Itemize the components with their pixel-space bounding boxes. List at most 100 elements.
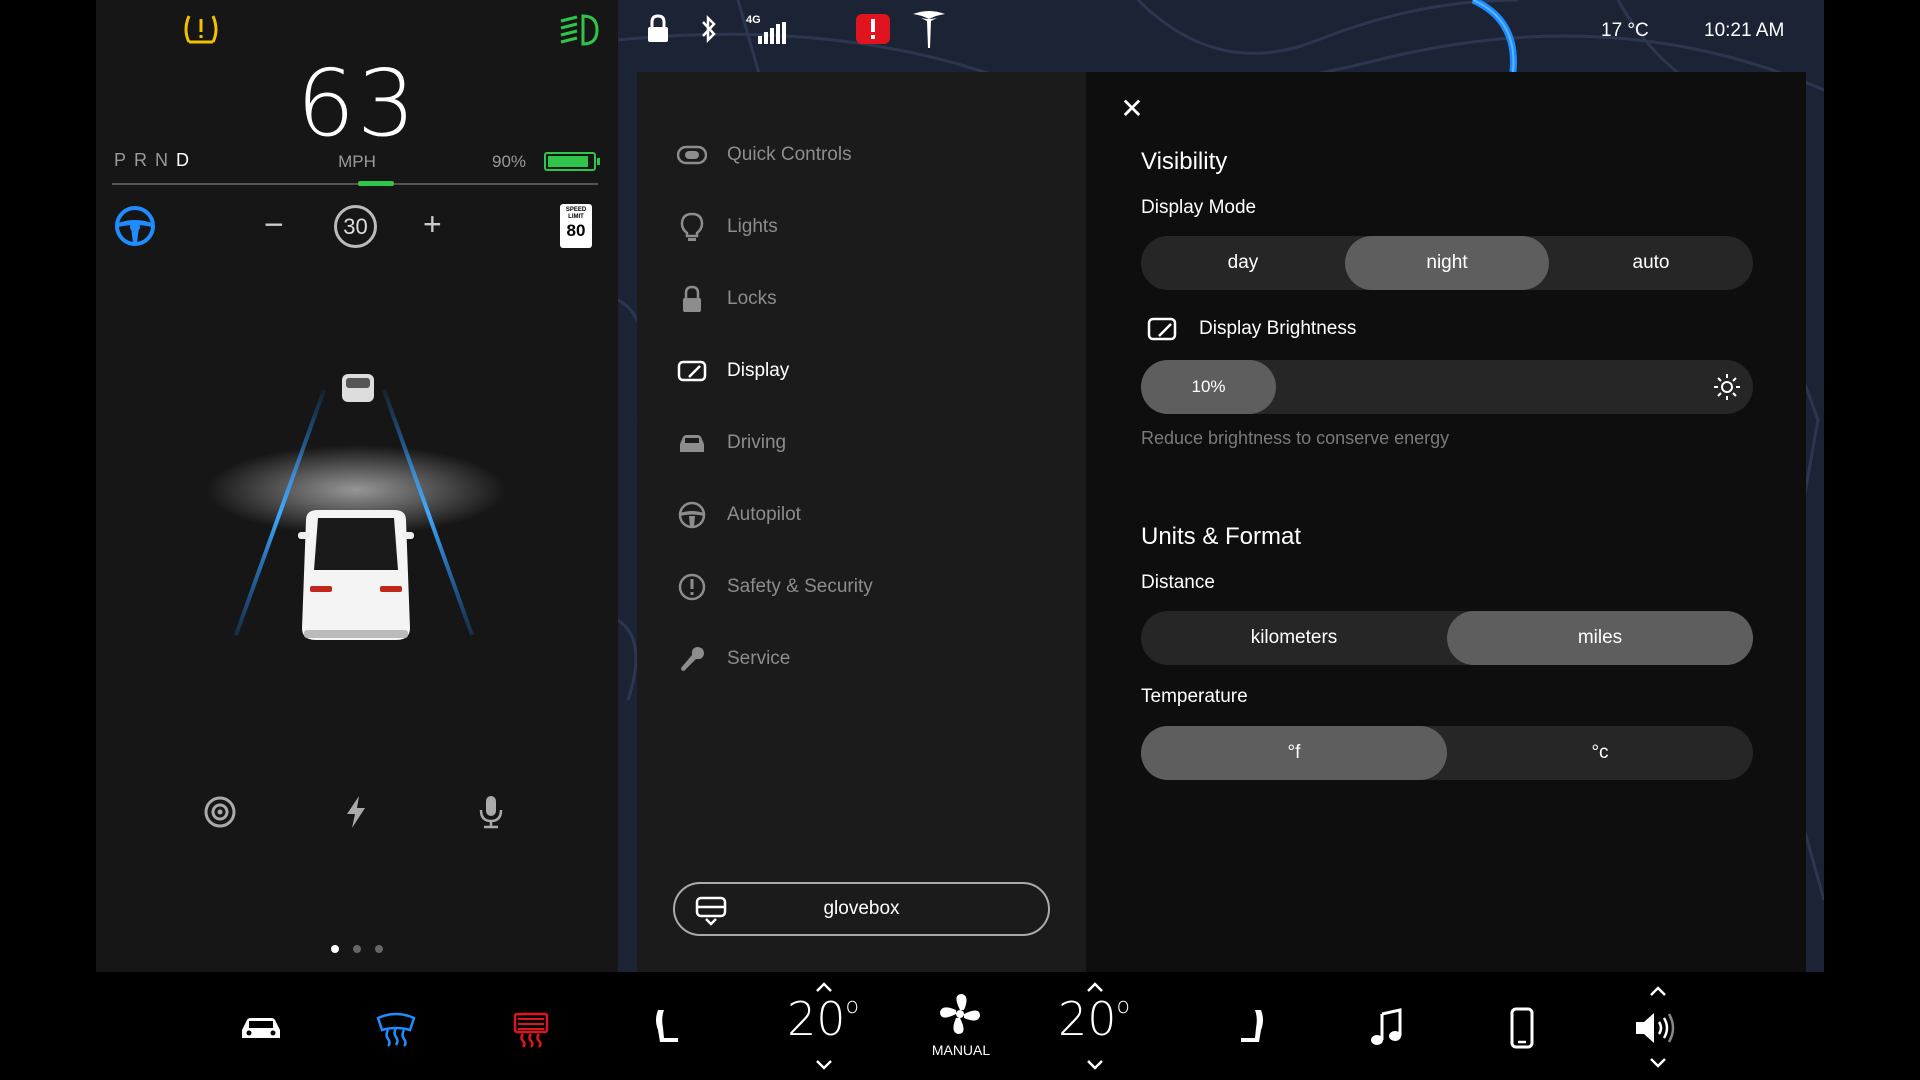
microphone-icon[interactable] [473, 794, 509, 830]
close-button[interactable]: ✕ [1117, 94, 1147, 124]
battery-level [548, 156, 589, 167]
display-icon [1147, 317, 1177, 341]
menu-item-locks[interactable]: Locks [677, 275, 1067, 323]
car-icon [680, 435, 704, 452]
increase-speed-button[interactable]: + [423, 206, 442, 243]
car-icon[interactable] [239, 1006, 283, 1050]
display-mode-auto[interactable]: auto [1549, 236, 1753, 290]
bulb-icon [680, 212, 704, 241]
temperature-celsius[interactable]: °c [1447, 726, 1753, 780]
passenger-temp-down-chevron-icon[interactable] [1085, 1058, 1105, 1072]
speed-limit-label: SPEED LIMIT [565, 207, 587, 220]
set-speed: 30 [334, 205, 377, 248]
driver-seat-heater-icon[interactable] [644, 1006, 688, 1050]
page-dot[interactable] [353, 945, 361, 953]
driver-temp-value: 20 [787, 992, 846, 1046]
menu-item-label: Locks [727, 288, 777, 309]
tesla-logo-icon[interactable] [911, 10, 947, 50]
menu-item-label: Driving [727, 432, 787, 453]
battery-percent: 90% [492, 152, 527, 171]
menu-item-label: Lights [727, 216, 778, 237]
music-note-icon[interactable] [1366, 1006, 1410, 1050]
passenger-seat-heater-icon[interactable] [1231, 1006, 1275, 1050]
distance-selector: kilometers miles [1141, 611, 1753, 665]
menu-item-label: Display [727, 360, 790, 381]
lock-icon[interactable] [646, 14, 670, 44]
display-mode-label: Display Mode [1141, 197, 1257, 218]
menu-item-lights[interactable]: Lights [677, 203, 1067, 251]
battery-tip [597, 158, 600, 165]
sun-icon [1714, 374, 1740, 400]
speed-limit-value: 80 [566, 221, 586, 240]
volume-icon[interactable] [1633, 1006, 1677, 1050]
temperature-fahrenheit[interactable]: °f [1141, 726, 1447, 780]
display-mode-night[interactable]: night [1345, 236, 1549, 290]
display-brightness-label: Display Brightness [1199, 318, 1357, 339]
charging-lightning-icon[interactable] [338, 794, 374, 830]
volume-up-chevron-icon[interactable] [1648, 984, 1668, 998]
menu-item-label: Safety & Security [727, 576, 873, 597]
glovebox-icon [695, 896, 727, 926]
settings-menu: Quick Controls Lights Locks Display Driv… [637, 72, 1086, 972]
speed-bar-marker [358, 181, 394, 186]
instrument-panel: 63 PRND MPH 90% − 30 + SPEED LIMIT 80 [96, 0, 618, 972]
degree-symbol: o [845, 994, 860, 1019]
menu-item-driving[interactable]: Driving [677, 419, 1067, 467]
menu-item-label: Quick Controls [727, 144, 852, 165]
fan-icon[interactable] [938, 992, 982, 1036]
rear-defrost-icon[interactable] [509, 1006, 553, 1050]
speed-bar [112, 183, 598, 185]
bluetooth-icon[interactable] [700, 14, 718, 44]
driver-temp-down-chevron-icon[interactable] [814, 1058, 834, 1072]
display-mode-day[interactable]: day [1141, 236, 1345, 290]
section-title-visibility: Visibility [1141, 148, 1228, 175]
phone-icon[interactable] [1500, 1006, 1544, 1050]
speed-readout: 63 [296, 50, 418, 157]
distance-label: Distance [1141, 572, 1215, 593]
menu-item-safety-security[interactable]: Safety & Security [677, 563, 1067, 611]
camera-icon[interactable] [202, 794, 238, 830]
autopilot-steering-wheel-icon[interactable] [114, 205, 156, 247]
lock-icon [683, 285, 701, 312]
menu-item-service[interactable]: Service [677, 635, 1067, 683]
display-brightness-row: Display Brightness [1147, 317, 1356, 341]
speed-limit-sign: SPEED LIMIT 80 [560, 204, 592, 248]
passenger-temp-value: 20 [1058, 992, 1117, 1046]
display-mode-selector: day night auto [1141, 236, 1753, 290]
alert-icon[interactable] [856, 14, 890, 44]
wrench-icon [681, 647, 704, 671]
temperature-selector: °f °c [1141, 726, 1753, 780]
speed-unit: MPH [338, 152, 376, 171]
front-defrost-icon[interactable] [374, 1006, 418, 1050]
climate-bar: 20o MANUAL 20o [0, 972, 1920, 1080]
brightness-slider[interactable]: 10% [1141, 360, 1753, 414]
menu-item-quick-controls[interactable]: Quick Controls [677, 131, 1067, 179]
menu-item-autopilot[interactable]: Autopilot [677, 491, 1067, 539]
brightness-slider-fill[interactable]: 10% [1141, 360, 1276, 414]
decrease-speed-button[interactable]: − [264, 206, 284, 245]
tire-pressure-warning-icon [184, 15, 218, 44]
page-dot[interactable] [331, 945, 339, 953]
car-visualization [206, 374, 506, 640]
section-title-units-format: Units & Format [1141, 523, 1302, 550]
glovebox-button[interactable]: glovebox [673, 882, 1050, 936]
passenger-temperature: 20o [1058, 992, 1130, 1046]
temperature-label: Temperature [1141, 686, 1248, 707]
volume-down-chevron-icon[interactable] [1648, 1056, 1668, 1070]
brightness-hint: Reduce brightness to conserve energy [1141, 428, 1450, 448]
distance-miles[interactable]: miles [1447, 611, 1753, 665]
battery-icon [544, 152, 596, 171]
alert-circle-icon [678, 573, 706, 601]
distance-kilometers[interactable]: kilometers [1141, 611, 1447, 665]
outside-temperature: 17 °C [1601, 20, 1649, 41]
menu-item-display[interactable]: Display [677, 347, 1067, 395]
degree-symbol: o [1116, 994, 1131, 1019]
headlight-icon [560, 14, 599, 46]
menu-item-label: Autopilot [727, 504, 801, 525]
cellular-signal-icon: 4G [746, 14, 788, 44]
steering-wheel-icon [678, 501, 706, 529]
driver-temperature: 20o [787, 992, 859, 1046]
page-dot[interactable] [375, 945, 383, 953]
fan-mode-label: MANUAL [931, 1042, 991, 1058]
signal-bars [758, 22, 786, 44]
